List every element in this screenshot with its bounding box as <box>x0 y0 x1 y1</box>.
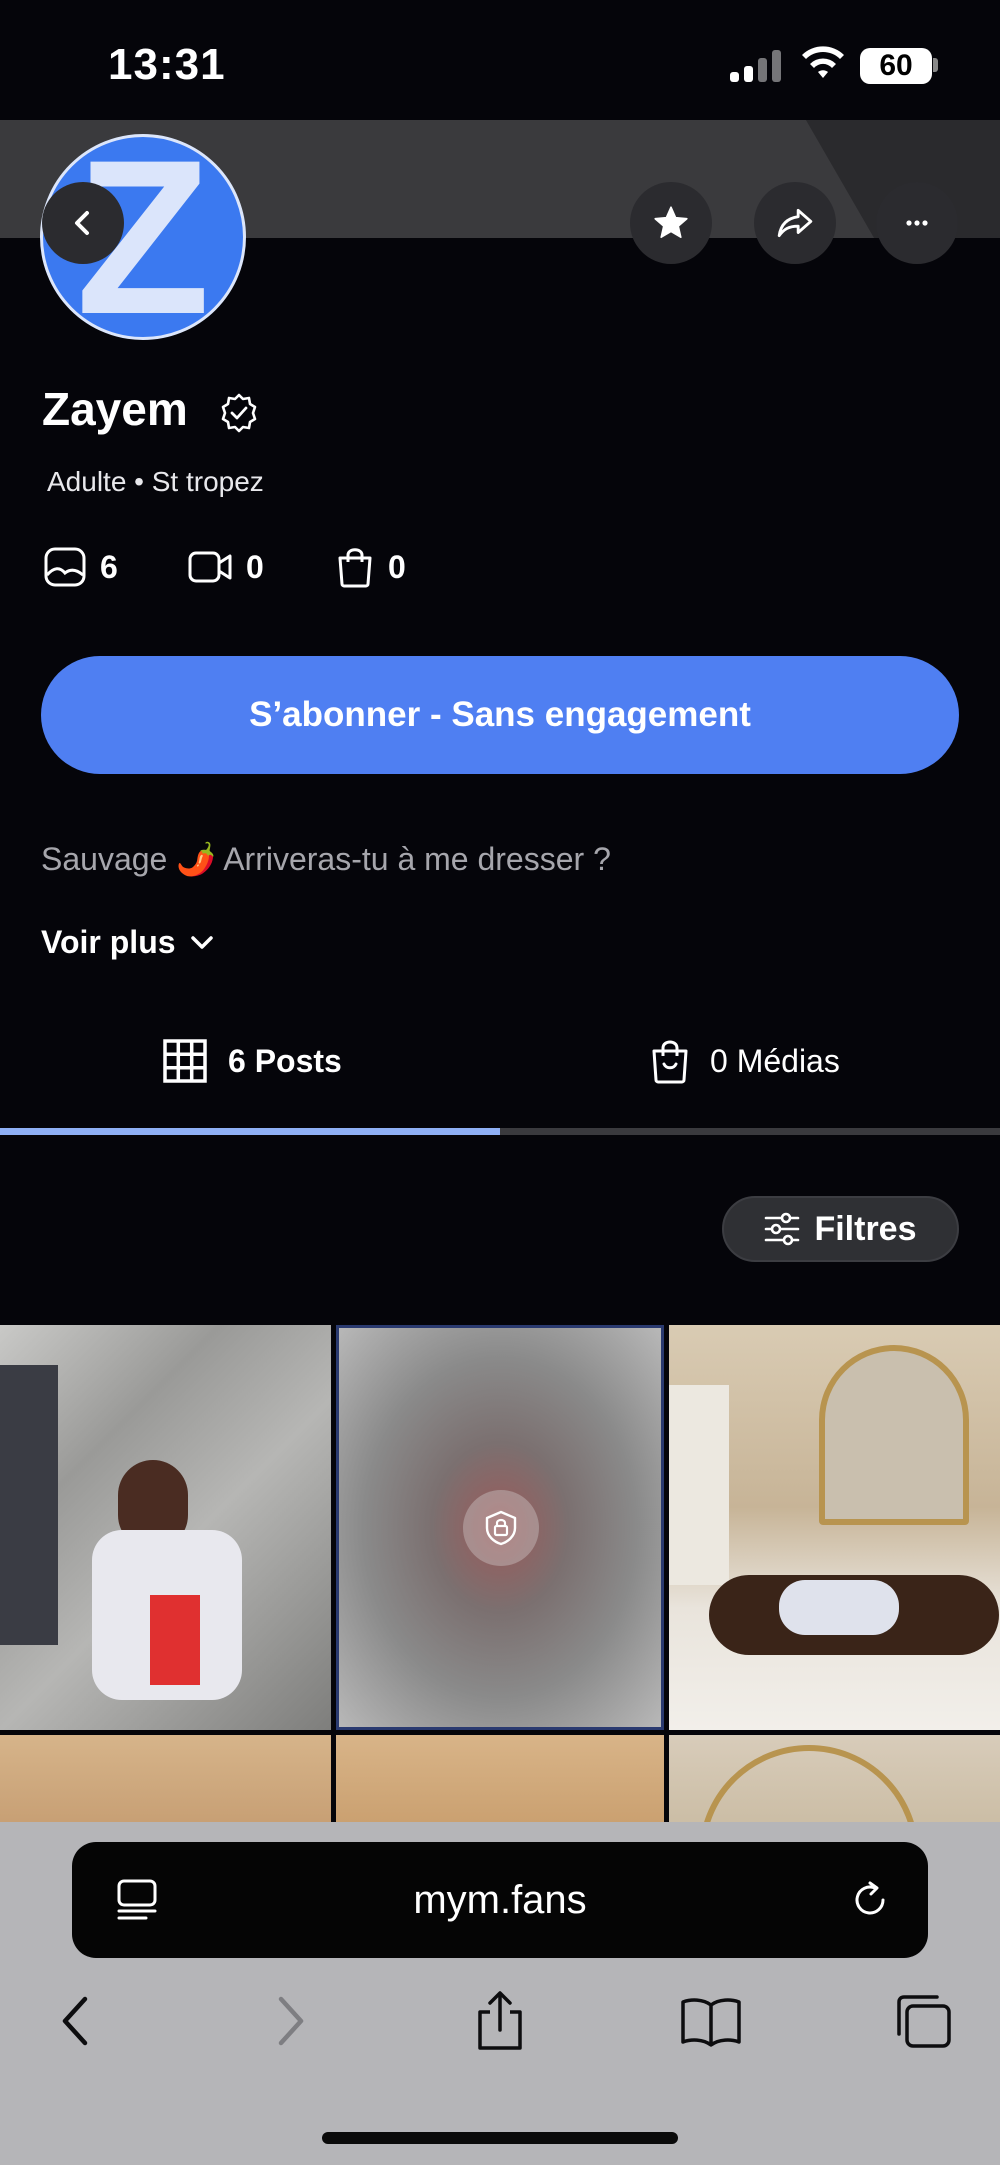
more-options-button[interactable] <box>876 182 958 264</box>
browser-tabs-button[interactable] <box>888 1990 958 2052</box>
cellular-signal-icon <box>730 48 784 82</box>
tab-posts-label: 6 Posts <box>228 1042 342 1079</box>
sliders-icon <box>765 1212 800 1246</box>
tab-active-indicator <box>0 1128 500 1135</box>
profile-name: Zayem <box>42 383 188 435</box>
video-camera-icon <box>188 551 232 583</box>
tabs-icon <box>897 1995 951 2048</box>
stat-videos: 0 <box>188 545 264 589</box>
mirror-shape <box>819 1345 969 1525</box>
shelf-shape <box>669 1385 729 1585</box>
post-thumbnail[interactable] <box>0 1325 331 1730</box>
stat-purchases-count: 0 <box>388 548 406 585</box>
stat-videos-count: 0 <box>246 548 264 585</box>
subscribe-button[interactable]: S’abonner - Sans engagement <box>41 656 959 774</box>
photo-icon <box>44 547 86 587</box>
stat-photos-count: 6 <box>100 548 118 585</box>
share-arrow-icon <box>777 208 813 238</box>
star-icon <box>654 206 688 239</box>
back-button[interactable] <box>42 182 124 264</box>
ellipsis-icon <box>906 220 928 226</box>
battery-tip <box>933 58 938 72</box>
lock-icon <box>485 1510 517 1546</box>
book-icon <box>681 1998 741 2047</box>
wifi-icon <box>802 46 844 78</box>
mirror-shape <box>699 1745 919 1825</box>
battery-indicator: 60 <box>860 48 932 84</box>
tab-medias-label: 0 Médias <box>710 1042 840 1079</box>
tab-medias[interactable]: 0 Médias <box>650 1034 840 1088</box>
share-button[interactable] <box>754 182 836 264</box>
home-indicator <box>322 2132 678 2144</box>
status-time: 13:31 <box>108 40 226 89</box>
browser-bookmarks-button[interactable] <box>676 1990 746 2052</box>
browser-back-button[interactable] <box>40 1990 110 2052</box>
post-thumbnail[interactable] <box>0 1735 331 1825</box>
see-more-label: Voir plus <box>41 924 176 960</box>
stat-photos: 6 <box>44 545 118 589</box>
post-thumbnail-locked[interactable] <box>336 1325 664 1730</box>
reader-mode-icon <box>117 1879 157 1920</box>
reload-icon[interactable] <box>848 1878 892 1922</box>
grid-icon <box>163 1039 207 1083</box>
lock-badge <box>463 1490 539 1566</box>
address-bar[interactable]: mym.fans <box>72 1842 928 1958</box>
see-more-toggle[interactable]: Voir plus <box>41 924 216 961</box>
favorite-button[interactable] <box>630 182 712 264</box>
stat-purchases: 0 <box>336 545 406 589</box>
profile-subtitle: Adulte • St tropez <box>47 466 264 497</box>
shopping-bag-icon <box>338 548 372 588</box>
filters-button[interactable]: Filtres <box>722 1196 959 1262</box>
post-thumbnail[interactable] <box>669 1735 1000 1825</box>
url-text: mym.fans <box>413 1877 587 1922</box>
verified-badge-icon <box>221 393 257 433</box>
post-thumbnail[interactable] <box>669 1325 1000 1730</box>
tab-posts[interactable]: 6 Posts <box>162 1034 342 1088</box>
shopping-bag-icon <box>652 1040 688 1084</box>
profile-bio: Sauvage 🌶️ Arriveras-tu à me dresser ? <box>41 841 611 877</box>
share-icon <box>478 1991 522 2050</box>
chevron-left-icon <box>62 1996 88 2046</box>
chevron-right-icon <box>278 1996 304 2046</box>
post-thumbnail[interactable] <box>336 1735 664 1825</box>
towel-shape <box>0 1365 58 1645</box>
browser-forward-button[interactable] <box>256 1990 326 2052</box>
chevron-down-icon <box>190 935 213 949</box>
browser-share-button[interactable] <box>465 1990 535 2052</box>
figure-red-garment <box>150 1595 200 1685</box>
filters-label: Filtres <box>814 1209 917 1248</box>
chevron-left-icon <box>75 211 89 235</box>
figure-robe <box>779 1580 899 1635</box>
